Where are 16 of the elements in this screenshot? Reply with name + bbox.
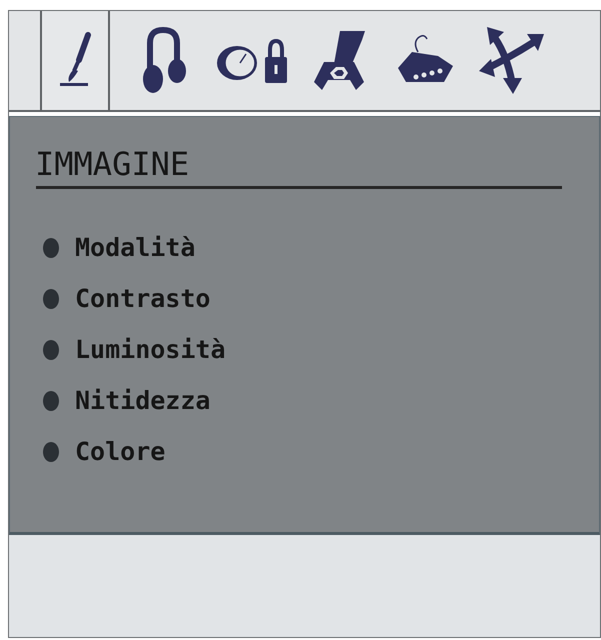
headphones-icon [140, 27, 186, 94]
menu-tab[interactable] [40, 11, 110, 110]
menu-item[interactable]: Luminosità [43, 337, 226, 362]
curved-arrows-icon [478, 26, 545, 95]
bullet-icon [43, 442, 59, 462]
clock-and-padlock-icon [214, 38, 286, 84]
bullet-icon [43, 288, 59, 308]
menu-item[interactable]: Nitidezza [43, 388, 210, 413]
bullet-icon [43, 340, 59, 360]
menu-item[interactable]: Modalità [43, 235, 196, 260]
menu-item[interactable]: Contrasto [43, 286, 210, 311]
bullet-icon [43, 238, 59, 258]
menu-title: IMMAGINE [35, 148, 190, 180]
bullet-icon [43, 390, 59, 410]
brush-icon [58, 32, 92, 89]
menu-item[interactable]: Colore [43, 439, 166, 464]
